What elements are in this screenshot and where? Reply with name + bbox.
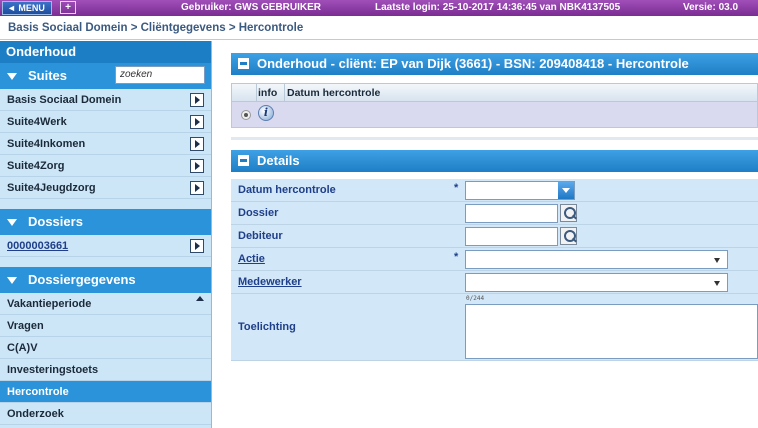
row-actie: Actie * bbox=[231, 248, 758, 271]
datum-hercontrole-input[interactable] bbox=[465, 181, 575, 200]
suites-search-input[interactable]: zoeken bbox=[115, 66, 205, 84]
section-dossiers-header[interactable]: Dossiers bbox=[0, 209, 211, 235]
label-actie[interactable]: Actie bbox=[238, 248, 265, 271]
details-form: Datum hercontrole * Dossier Debiteur Act… bbox=[231, 179, 758, 361]
dossier-input[interactable] bbox=[465, 204, 558, 223]
sidebar-item-onderzoek[interactable]: Onderzoek bbox=[0, 403, 211, 425]
section-suites-header[interactable]: Suites zoeken bbox=[0, 63, 211, 89]
required-mark: * bbox=[454, 182, 459, 194]
sidebar-item-suite4jeugdzorg[interactable]: Suite4Jeugdzorg bbox=[0, 177, 211, 199]
label-datum-hercontrole: Datum hercontrole bbox=[238, 184, 336, 196]
search-icon[interactable] bbox=[560, 227, 577, 245]
open-arrow-icon[interactable] bbox=[190, 239, 204, 253]
collapse-panel-icon[interactable] bbox=[238, 58, 249, 69]
label-toelichting: Toelichting bbox=[238, 321, 296, 333]
details-title: Details bbox=[257, 153, 300, 168]
label-debiteur: Debiteur bbox=[238, 230, 283, 242]
chevron-down-icon bbox=[714, 258, 720, 263]
divider bbox=[231, 137, 758, 140]
sidebar-item-suite4zorg[interactable]: Suite4Zorg bbox=[0, 155, 211, 177]
sidebar-title: Onderhoud bbox=[0, 41, 211, 63]
label-medewerker[interactable]: Medewerker bbox=[238, 271, 302, 294]
sidebar-item-suite4werk[interactable]: Suite4Werk bbox=[0, 111, 211, 133]
row-dossier: Dossier bbox=[231, 202, 758, 225]
column-datum-hercontrole[interactable]: Datum hercontrole bbox=[284, 84, 380, 102]
search-icon[interactable] bbox=[560, 204, 577, 222]
collapse-icon bbox=[7, 73, 17, 80]
open-arrow-icon[interactable] bbox=[190, 93, 204, 107]
hercontrole-grid: info Datum hercontrole i bbox=[231, 83, 758, 128]
character-counter: 0/244 bbox=[466, 295, 485, 302]
row-medewerker: Medewerker bbox=[231, 271, 758, 294]
sidebar-item-suite4inkomen[interactable]: Suite4Inkomen bbox=[0, 133, 211, 155]
chevron-down-icon bbox=[714, 281, 720, 286]
panel-title: Onderhoud - cliënt: EP van Dijk (3661) -… bbox=[257, 56, 689, 71]
panel-header: Onderhoud - cliënt: EP van Dijk (3661) -… bbox=[231, 53, 758, 75]
table-row[interactable]: i bbox=[232, 102, 757, 127]
row-toelichting: Toelichting 0/244 bbox=[231, 294, 758, 361]
sidebar-item-dossier[interactable]: 0000003661 bbox=[0, 235, 211, 257]
open-arrow-icon[interactable] bbox=[190, 115, 204, 129]
collapse-icon bbox=[7, 219, 17, 226]
collapse-details-icon[interactable] bbox=[238, 155, 249, 166]
grid-header: info Datum hercontrole bbox=[232, 84, 757, 102]
row-debiteur: Debiteur bbox=[231, 225, 758, 248]
breadcrumb: Basis Sociaal Domein > Cliëntgegevens > … bbox=[0, 16, 758, 40]
open-arrow-icon[interactable] bbox=[190, 137, 204, 151]
info-icon[interactable]: i bbox=[258, 105, 274, 121]
toelichting-textarea[interactable] bbox=[465, 304, 758, 359]
label-dossier: Dossier bbox=[238, 207, 279, 219]
required-mark: * bbox=[454, 251, 459, 263]
top-bar: ◄ MENU + Gebruiker: GWS GEBRUIKER Laatst… bbox=[0, 0, 758, 16]
collapse-icon bbox=[7, 277, 17, 284]
open-arrow-icon[interactable] bbox=[190, 181, 204, 195]
sidebar-item-vakantieperiode[interactable]: Vakantieperiode bbox=[0, 293, 211, 315]
last-login-info: Laatste login: 25-10-2017 14:36:45 van N… bbox=[375, 2, 621, 13]
section-dossiers-label: Dossiers bbox=[28, 214, 83, 229]
add-window-icon[interactable]: + bbox=[60, 1, 76, 14]
section-dossiergegevens-header[interactable]: Dossiergegevens bbox=[0, 267, 211, 293]
menu-button[interactable]: ◄ MENU bbox=[2, 1, 52, 15]
section-suites-label: Suites bbox=[28, 68, 68, 83]
actie-select[interactable] bbox=[465, 250, 728, 269]
main-content: Onderhoud - cliënt: EP van Dijk (3661) -… bbox=[213, 41, 758, 428]
scroll-up-icon[interactable] bbox=[196, 296, 204, 301]
row-select-radio[interactable] bbox=[241, 110, 251, 120]
details-header: Details bbox=[231, 150, 758, 172]
sidebar: Onderhoud Suites zoeken Basis Sociaal Do… bbox=[0, 41, 212, 428]
debiteur-input[interactable] bbox=[465, 227, 558, 246]
section-dossiergegevens-label: Dossiergegevens bbox=[28, 272, 136, 287]
version-info: Versie: 03.0 bbox=[683, 2, 739, 13]
sidebar-item-investeringstoets[interactable]: Investeringstoets bbox=[0, 359, 211, 381]
sidebar-item-cav[interactable]: C(A)V bbox=[0, 337, 211, 359]
row-datum-hercontrole: Datum hercontrole * bbox=[231, 179, 758, 202]
calendar-dropdown-icon[interactable] bbox=[558, 182, 574, 199]
medewerker-select[interactable] bbox=[465, 273, 728, 292]
open-arrow-icon[interactable] bbox=[190, 159, 204, 173]
sidebar-item-hercontrole[interactable]: Hercontrole bbox=[0, 381, 211, 403]
user-info: Gebruiker: GWS GEBRUIKER bbox=[181, 2, 322, 13]
sidebar-item-basis-sociaal-domein[interactable]: Basis Sociaal Domein bbox=[0, 89, 211, 111]
sidebar-item-vragen[interactable]: Vragen bbox=[0, 315, 211, 337]
column-info[interactable]: info bbox=[258, 84, 277, 102]
